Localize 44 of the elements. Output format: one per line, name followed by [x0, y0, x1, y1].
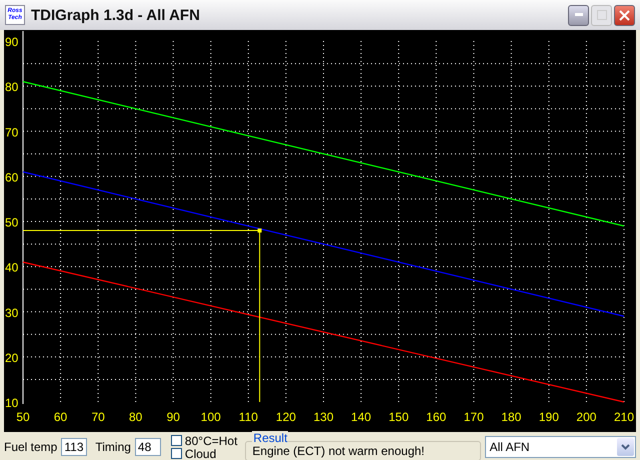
close-button[interactable] — [614, 4, 635, 26]
y-tick-label: 60 — [5, 170, 18, 184]
checkbox[interactable] — [170, 435, 182, 446]
y-tick-label: 40 — [5, 260, 18, 275]
y-tick-label: 30 — [5, 306, 18, 320]
fuel-temp-label: Fuel temp — [4, 440, 58, 454]
y-tick-label: 80 — [5, 80, 18, 94]
y-tick-label: 90 — [5, 35, 18, 49]
chevron-down-icon[interactable] — [617, 438, 634, 456]
x-tick-label: 80 — [129, 410, 142, 424]
x-tick-label: 180 — [501, 410, 522, 424]
x-tick-label: 70 — [91, 410, 105, 424]
x-tick-label: 90 — [166, 410, 180, 424]
result-text: Engine (ECT) not warm enough! — [252, 444, 425, 458]
maximize-icon — [596, 10, 606, 20]
x-tick-label: 130 — [313, 410, 334, 424]
dropdown[interactable]: All AFN — [484, 436, 636, 458]
x-tick-label: 200 — [576, 410, 596, 424]
x-tick-label: 120 — [276, 410, 296, 424]
x-tick-label: 150 — [388, 410, 409, 424]
window-title: TDIGraph 1.3d - All AFN — [31, 6, 201, 24]
y-tick-label: 20 — [5, 350, 18, 365]
y-tick-label: 70 — [5, 125, 18, 140]
x-tick-label: 50 — [16, 410, 30, 424]
x-tick-label: 140 — [351, 410, 372, 424]
minimize-button[interactable] — [568, 4, 589, 26]
x-tick-label: 60 — [54, 410, 68, 424]
y-tick-label: 50 — [5, 216, 18, 230]
fuel-temp-field[interactable]: 113 — [61, 438, 88, 456]
timing-label: Timing — [95, 440, 131, 454]
x-tick-label: 210 — [614, 410, 634, 424]
x-tick-label: 170 — [464, 410, 484, 424]
timing-field[interactable]: 48 — [134, 438, 161, 456]
checkbox[interactable] — [170, 448, 182, 459]
checkbox-label: 80°C=Hot — [184, 434, 238, 448]
x-tick-label: 160 — [426, 410, 446, 424]
x-tick-label: 100 — [200, 410, 221, 424]
x-tick-label: 110 — [238, 410, 258, 424]
x-tick-label: 190 — [538, 410, 559, 424]
result-legend: Result — [252, 431, 288, 445]
checkbox-label: Cloud — [184, 446, 216, 460]
minimize-icon — [574, 13, 582, 17]
y-tick-label: 10 — [5, 396, 18, 410]
close-icon — [619, 10, 630, 20]
